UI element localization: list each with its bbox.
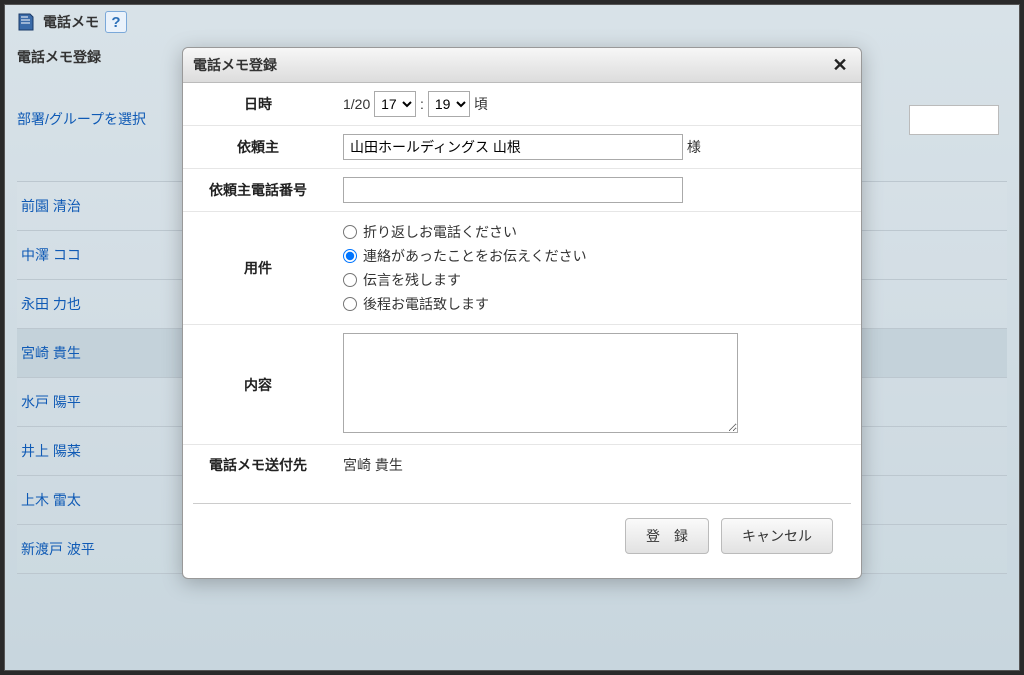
subject-radio-message[interactable] (343, 273, 357, 287)
time-colon: : (420, 96, 424, 112)
right-panel-input[interactable] (909, 105, 999, 135)
label-subject: 用件 (183, 212, 333, 325)
label-datetime: 日時 (183, 83, 333, 126)
dialog-body: 日時 1/20 17 : 19 頃 依頼主 様 (183, 83, 861, 485)
label-client-phone: 依頼主電話番号 (183, 169, 333, 212)
client-suffix: 様 (687, 139, 701, 155)
app-header: 電話メモ ? (5, 5, 1019, 39)
content-textarea[interactable] (343, 333, 738, 433)
hour-select[interactable]: 17 (374, 91, 416, 117)
client-input[interactable] (343, 134, 683, 160)
dialog-title: 電話メモ登録 (193, 55, 277, 75)
app-title: 電話メモ (43, 12, 99, 32)
register-button[interactable]: 登 録 (625, 518, 709, 554)
dialog-titlebar[interactable]: 電話メモ登録 ✕ (183, 48, 861, 83)
help-icon[interactable]: ? (105, 11, 127, 33)
subject-option-2: 伝言を残します (363, 270, 461, 290)
register-dialog: 電話メモ登録 ✕ 日時 1/20 17 : 19 頃 依頼主 (182, 47, 862, 579)
subject-option-1: 連絡があったことをお伝えください (363, 246, 587, 266)
subject-radio-later[interactable] (343, 297, 357, 311)
date-text: 1/20 (343, 96, 370, 112)
minute-select[interactable]: 19 (428, 91, 470, 117)
client-phone-input[interactable] (343, 177, 683, 203)
datetime-suffix: 頃 (474, 96, 488, 112)
subject-option-3: 後程お電話致します (363, 294, 489, 314)
subject-radio-relay[interactable] (343, 249, 357, 263)
subject-option-0: 折り返しお電話ください (363, 222, 517, 242)
send-to-value: 宮崎 貴生 (343, 457, 403, 473)
subject-radio-callback[interactable] (343, 225, 357, 239)
label-client: 依頼主 (183, 126, 333, 169)
cancel-button[interactable]: キャンセル (721, 518, 833, 554)
phone-memo-icon (15, 11, 37, 33)
label-content: 内容 (183, 325, 333, 445)
dialog-footer: 登 録 キャンセル (193, 503, 851, 568)
close-icon[interactable]: ✕ (829, 54, 851, 76)
label-send-to: 電話メモ送付先 (183, 445, 333, 486)
